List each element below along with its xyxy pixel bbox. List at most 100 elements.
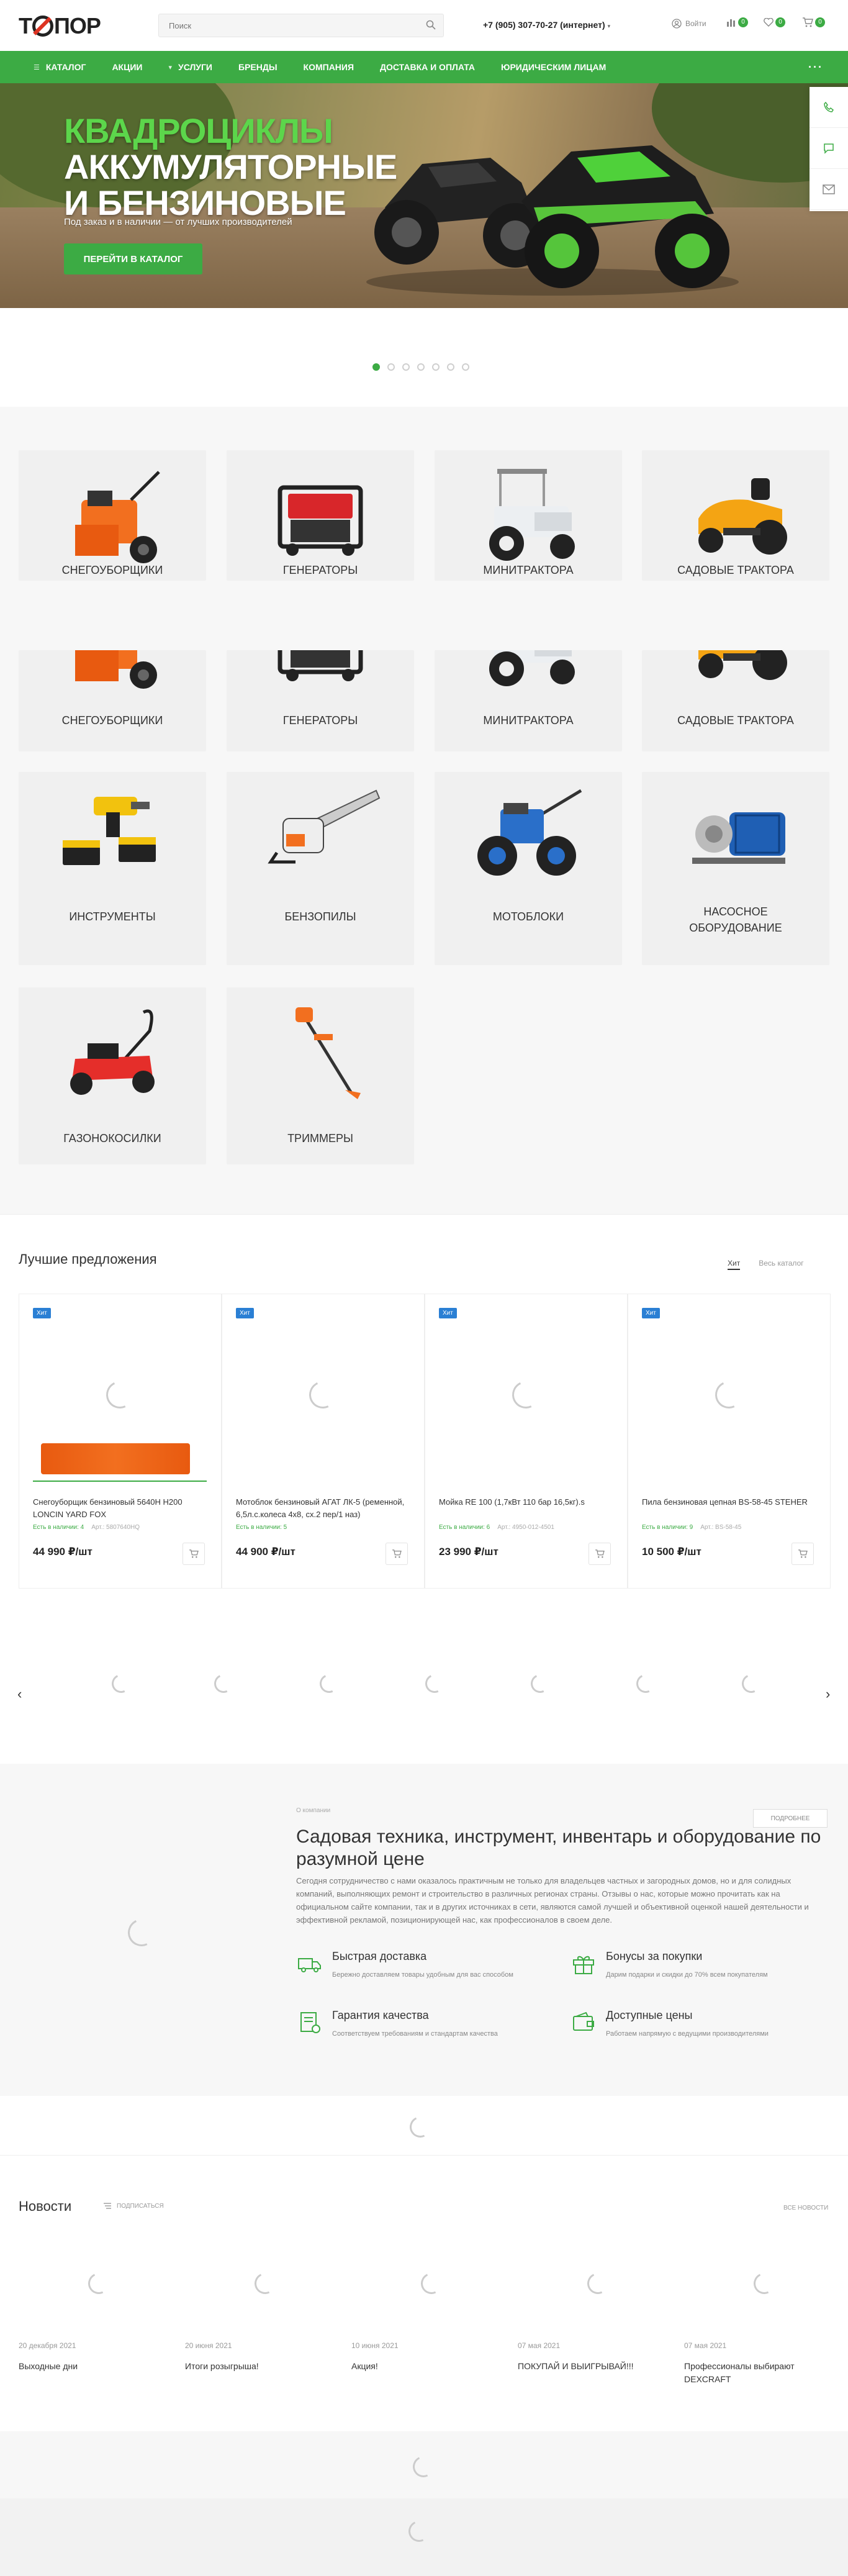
- news-title-link[interactable]: ПОКУПАЙ И ВЫИГРЫВАЙ!!!: [518, 2360, 661, 2373]
- slider-dot[interactable]: [417, 363, 425, 371]
- loading-spinner: [317, 1671, 341, 1696]
- gift-icon: [573, 1956, 594, 1974]
- subscribe-link[interactable]: Подписаться: [103, 2202, 164, 2210]
- category-card[interactable]: Садовые трактора: [642, 450, 829, 581]
- product-article: Арт.: BS-58-45: [700, 1524, 742, 1531]
- cart-link[interactable]: 0: [802, 17, 825, 27]
- category-label: Газонокосилки: [63, 1132, 161, 1145]
- news-title-link[interactable]: Профессионалы выбирают DEXCRAFT: [684, 2360, 827, 2386]
- nav-label: Каталог: [45, 62, 86, 72]
- product-name[interactable]: Мотоблок бензиновый АГАТ ЛК-5 (ременной,…: [236, 1496, 410, 1521]
- brands-next-button[interactable]: ›: [826, 1686, 830, 1702]
- product-name[interactable]: Снегоуборщик бензиновый 5640H H200 LONCI…: [33, 1496, 207, 1521]
- about-section: О компании Садовая техника, инструмент, …: [0, 1764, 848, 2096]
- nav-label: Компания: [303, 62, 354, 72]
- slider-dot[interactable]: [402, 363, 410, 371]
- chevron-down-icon[interactable]: ▾: [608, 23, 611, 29]
- hero-title-line: аккумуляторные: [64, 147, 397, 186]
- product-image: [41, 1443, 190, 1474]
- category-card[interactable]: Генераторы: [227, 650, 414, 751]
- product-name[interactable]: Пила бензиновая цепная BS-58-45 STEHER: [642, 1496, 816, 1508]
- nav-more-button[interactable]: ···: [808, 61, 823, 74]
- category-image: [258, 784, 382, 893]
- add-to-cart-button[interactable]: [792, 1543, 814, 1565]
- product-name[interactable]: Мойка RE 100 (1,7кВт 110 бар 16,5кг).s: [439, 1496, 613, 1508]
- nav-item-sales[interactable]: Акции: [103, 51, 160, 83]
- product-price: 23 990 ₽/шт: [439, 1546, 498, 1558]
- add-to-cart-button[interactable]: [589, 1543, 611, 1565]
- slider-dot[interactable]: [372, 363, 380, 371]
- category-card[interactable]: Бензопилы: [227, 772, 414, 965]
- category-card[interactable]: Минитрактора: [435, 650, 622, 751]
- loading-spinner: [633, 1671, 658, 1696]
- all-catalog-link[interactable]: Весь каталог: [759, 1259, 803, 1270]
- product-article: Арт.: 5807640HQ: [91, 1524, 140, 1531]
- hero-banner[interactable]: Квадроциклы аккумуляторные и бензиновые По…: [0, 83, 848, 308]
- category-image: [258, 1000, 382, 1109]
- phone-widget-button[interactable]: [810, 87, 848, 128]
- news-date: 07 мая 2021: [684, 2341, 727, 2350]
- all-news-link[interactable]: Все новости: [783, 2205, 828, 2211]
- product-card[interactable]: Хит Снегоуборщик бензиновый 5640H H200 LO…: [19, 1294, 222, 1589]
- nav-item-legal[interactable]: Юридическим лицам: [492, 51, 623, 83]
- hero-subtitle: Под заказ и в наличии — от лучших произв…: [64, 217, 292, 227]
- nav-item-catalog[interactable]: ☰ Каталог: [25, 51, 103, 83]
- header-phone[interactable]: +7 (905) 307-70-27 (интернет) ▾: [483, 20, 610, 30]
- hero-catalog-button[interactable]: Перейти в каталог: [64, 243, 202, 274]
- nav-item-delivery[interactable]: Доставка и оплата: [371, 51, 492, 83]
- category-card[interactable]: Триммеры: [227, 987, 414, 1164]
- cart-icon: [803, 17, 813, 27]
- category-card[interactable]: Садовые трактора: [642, 650, 829, 751]
- nav-label: Бренды: [238, 62, 277, 72]
- slider-dot[interactable]: [447, 363, 454, 371]
- slider-dot[interactable]: [462, 363, 469, 371]
- slider-dot[interactable]: [387, 363, 395, 371]
- nav-label: Доставка и оплата: [380, 62, 476, 72]
- product-price: 44 900 ₽/шт: [236, 1546, 295, 1558]
- site-logo[interactable]: Т ПОР: [19, 13, 101, 39]
- heart-icon: [764, 18, 774, 27]
- loading-spinner: [410, 2453, 437, 2480]
- add-to-cart-button[interactable]: [386, 1543, 408, 1565]
- news-title-link[interactable]: Выходные дни: [19, 2360, 161, 2373]
- news-date: 20 июня 2021: [185, 2341, 232, 2350]
- feature-title: Быстрая доставка: [332, 1950, 427, 1962]
- add-to-cart-button[interactable]: [183, 1543, 205, 1565]
- news-title-link[interactable]: Акция!: [351, 2360, 494, 2373]
- brands-prev-button[interactable]: ‹: [17, 1686, 22, 1702]
- product-card[interactable]: Хит Мойка RE 100 (1,7кВт 110 бар 16,5кг).…: [425, 1294, 628, 1589]
- slider-dot[interactable]: [432, 363, 440, 371]
- category-card[interactable]: Снегоуборщики: [19, 650, 206, 751]
- favorites-link[interactable]: 0: [764, 17, 785, 27]
- feature-desc: Дарим подарки и скидки до 70% всем покуп…: [606, 1971, 768, 1979]
- category-card[interactable]: Генераторы: [227, 450, 414, 581]
- login-link[interactable]: Войти: [672, 19, 706, 29]
- cart-icon: [595, 1549, 605, 1558]
- about-more-button[interactable]: Подробнее: [753, 1809, 828, 1828]
- hit-badge: Хит: [439, 1308, 457, 1318]
- news-title-link[interactable]: Итоги розыгрыша!: [185, 2360, 328, 2373]
- product-card[interactable]: Хит Пила бензиновая цепная BS-58-45 STEHE…: [628, 1294, 831, 1589]
- offers-tabs: Хит Весь каталог: [728, 1259, 804, 1270]
- category-label: Садовые трактора: [677, 564, 794, 576]
- category-card[interactable]: Минитрактора: [435, 450, 622, 581]
- email-widget-button[interactable]: [810, 169, 848, 210]
- category-card[interactable]: Снегоуборщики: [19, 450, 206, 581]
- category-card[interactable]: Газонокосилки: [19, 987, 206, 1164]
- compare-link[interactable]: 0: [726, 17, 748, 27]
- chat-widget-button[interactable]: [810, 128, 848, 169]
- loading-spinner: [211, 1671, 236, 1696]
- phone-number[interactable]: +7 (905) 307-70-27 (интернет): [483, 20, 605, 30]
- search-icon[interactable]: [426, 20, 436, 30]
- search-input[interactable]: [159, 14, 407, 37]
- nav-item-brands[interactable]: Бренды: [230, 51, 295, 83]
- category-card[interactable]: Инструменты: [19, 772, 206, 965]
- nav-item-company[interactable]: Компания: [295, 51, 372, 83]
- category-image: [466, 784, 590, 893]
- tab-hit[interactable]: Хит: [728, 1259, 741, 1270]
- nav-item-services[interactable]: ▾ Услуги: [160, 51, 230, 83]
- category-card[interactable]: Мотоблоки: [435, 772, 622, 965]
- product-card[interactable]: Хит Мотоблок бензиновый АГАТ ЛК-5 (ременн…: [222, 1294, 425, 1589]
- category-image: [50, 1000, 174, 1109]
- category-card[interactable]: Насосное оборудование: [642, 772, 829, 965]
